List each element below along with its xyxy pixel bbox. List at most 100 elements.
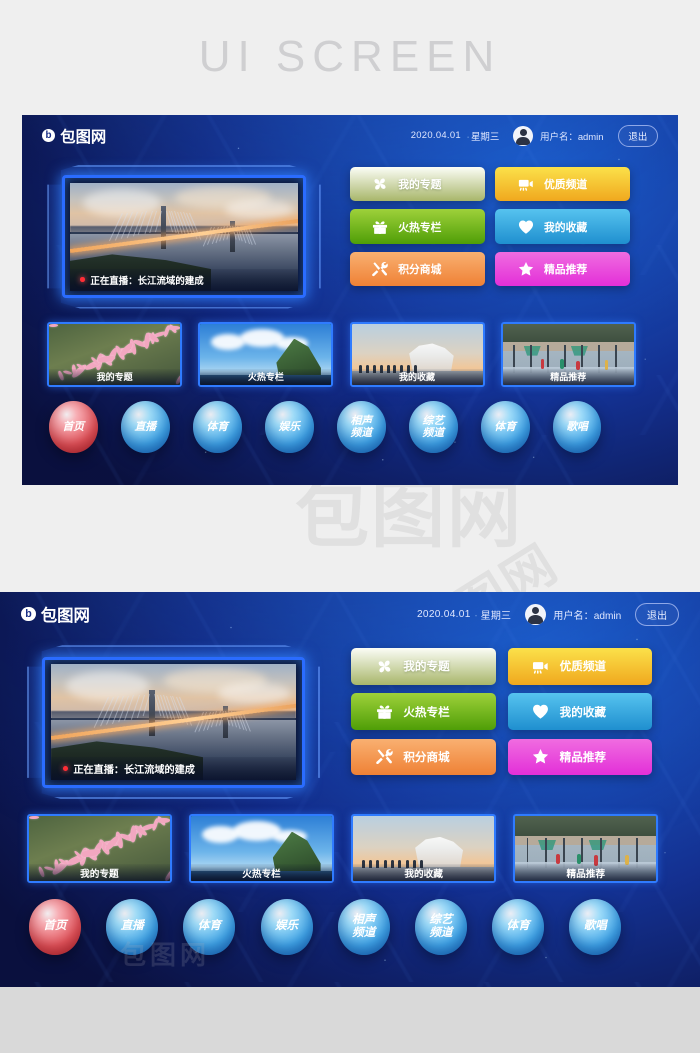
- live-player[interactable]: 正在直播：长江流域的建成: [27, 645, 321, 800]
- menu-button-5[interactable]: 精品推荐: [507, 738, 653, 776]
- thumbnail-caption: 我的专题: [29, 864, 170, 882]
- quick-menu-grid: 我的专题 优质频道 火热专栏 我的收藏 积分商城 精品推荐: [349, 167, 631, 286]
- username-label: 用户名：admin: [553, 610, 622, 622]
- nav-item-2[interactable]: 体育: [192, 401, 242, 454]
- thumbnail-card-2[interactable]: 我的收藏: [351, 813, 496, 884]
- player-caption-bar: 正在直播：长江流域的建成: [51, 757, 297, 781]
- nav-item-label: 娱乐: [274, 920, 299, 933]
- nav-item-sublabel: 频道: [422, 427, 445, 440]
- nav-item-label: 体育: [506, 920, 530, 933]
- menu-button-0[interactable]: 我的专题: [351, 647, 496, 685]
- menu-button-label: 我的专题: [398, 179, 442, 192]
- tv-ui-preview-large: b 包图网 2020.04.01 星期三 用户名：admin 退出 正在直播：长…: [0, 592, 700, 987]
- menu-button-label: 优质频道: [543, 179, 588, 192]
- nav-item-5[interactable]: 综艺 频道: [414, 898, 467, 955]
- brand-logo[interactable]: b 包图网: [41, 125, 107, 147]
- nav-item-label: 首页: [43, 920, 67, 933]
- menu-button-2[interactable]: 火热专栏: [349, 209, 485, 244]
- header-user-area: 2020.04.01 星期三 用户名：admin 退出: [416, 602, 679, 626]
- nav-item-label: 歌唱: [583, 920, 607, 933]
- thumbnail-card-3[interactable]: 精品推荐: [500, 322, 636, 387]
- nav-item-5[interactable]: 综艺 频道: [408, 401, 458, 454]
- nav-item-label: 综艺: [429, 913, 453, 926]
- logo-mark-icon: b: [21, 606, 36, 622]
- player-video-surface[interactable]: 正在直播：长江流域的建成: [51, 664, 297, 781]
- nav-item-sublabel: 频道: [350, 427, 373, 440]
- nav-item-label: 相声: [352, 913, 376, 926]
- thumbnail-label: 我的专题: [80, 868, 119, 880]
- current-date: 2020.04.01: [416, 608, 471, 620]
- nav-item-0[interactable]: 首页: [49, 401, 98, 454]
- nav-item-label: 首页: [62, 421, 85, 434]
- menu-button-1[interactable]: 优质频道: [495, 167, 631, 202]
- thumbnail-card-0[interactable]: 我的专题: [27, 813, 172, 884]
- nav-item-6[interactable]: 体育: [492, 898, 545, 955]
- current-date: 2020.04.01: [410, 130, 461, 142]
- thumbnail-label: 我的收藏: [399, 372, 436, 383]
- menu-button-label: 优质频道: [559, 661, 606, 674]
- gift-icon: [374, 702, 393, 721]
- nav-item-2[interactable]: 体育: [183, 898, 236, 955]
- thumbnail-card-1[interactable]: 火热专栏: [189, 813, 334, 884]
- thumbnail-card-3[interactable]: 精品推荐: [513, 813, 659, 884]
- nav-item-3[interactable]: 娱乐: [260, 898, 313, 955]
- nav-item-1[interactable]: 直播: [106, 898, 159, 955]
- pinwheel-icon: [371, 175, 389, 193]
- menu-button-label: 火热专栏: [403, 706, 450, 719]
- nav-item-0[interactable]: 首页: [28, 898, 82, 955]
- menu-button-4[interactable]: 积分商城: [351, 738, 496, 776]
- username-label: 用户名：admin: [540, 131, 604, 143]
- user-avatar-icon[interactable]: [525, 603, 547, 625]
- nav-item-4[interactable]: 相声 频道: [336, 401, 386, 454]
- thumbnail-card-2[interactable]: 我的收藏: [349, 322, 485, 387]
- tools-icon: [371, 260, 389, 278]
- video-camera-icon: [517, 175, 535, 193]
- menu-button-label: 我的专题: [403, 661, 450, 674]
- thumbnail-card-1[interactable]: 火热专栏: [198, 322, 334, 387]
- page-title: UI SCREEN: [198, 32, 502, 81]
- brand-logo[interactable]: b 包图网: [21, 602, 90, 626]
- nav-item-sublabel: 频道: [352, 926, 376, 939]
- user-avatar-icon[interactable]: [513, 125, 534, 146]
- heart-icon: [517, 218, 535, 236]
- player-caption-text: 正在直播：长江流域的建成: [73, 765, 195, 777]
- nav-item-1[interactable]: 直播: [120, 401, 170, 454]
- logout-button[interactable]: 退出: [635, 602, 679, 626]
- thumbnail-label: 火热专栏: [247, 372, 284, 383]
- live-indicator-icon: [62, 766, 68, 771]
- thumbnail-caption: 我的收藏: [353, 864, 494, 882]
- menu-button-4[interactable]: 积分商城: [349, 251, 485, 286]
- gift-icon: [371, 218, 389, 236]
- menu-button-label: 精品推荐: [559, 751, 606, 764]
- thumbnail-caption: 精品推荐: [515, 864, 657, 882]
- player-video-surface[interactable]: 正在直播：长江流域的建成: [69, 182, 299, 291]
- nav-item-7[interactable]: 歌唱: [569, 898, 622, 955]
- menu-button-1[interactable]: 优质频道: [507, 647, 653, 685]
- app-header: b 包图网 2020.04.01 星期三 用户名：admin 退出: [0, 592, 700, 636]
- menu-button-label: 积分商城: [403, 751, 450, 764]
- nav-item-4[interactable]: 相声 频道: [337, 898, 390, 955]
- logo-text: 包图网: [40, 607, 90, 626]
- menu-button-3[interactable]: 我的收藏: [507, 693, 653, 730]
- nav-item-label: 体育: [494, 421, 516, 434]
- thumbnail-label: 精品推荐: [566, 868, 605, 880]
- nav-item-3[interactable]: 娱乐: [264, 401, 314, 454]
- thumbnail-card-0[interactable]: 我的专题: [47, 322, 183, 387]
- thumbnail-label: 我的专题: [96, 372, 133, 383]
- menu-button-3[interactable]: 我的收藏: [495, 209, 631, 244]
- thumbnail-row: 我的专题 火热专栏 我的收藏 精品推荐: [47, 322, 636, 387]
- bottom-strip: [0, 987, 700, 1053]
- menu-button-0[interactable]: 我的专题: [349, 167, 485, 202]
- nav-item-label: 综艺: [422, 415, 445, 428]
- live-player[interactable]: 正在直播：长江流域的建成: [47, 164, 321, 309]
- nav-item-label: 直播: [120, 920, 144, 933]
- thumbnail-label: 精品推荐: [550, 372, 587, 383]
- logout-button[interactable]: 退出: [617, 124, 659, 147]
- menu-button-label: 积分商城: [398, 263, 442, 276]
- menu-button-5[interactable]: 精品推荐: [495, 251, 631, 286]
- logo-text: 包图网: [60, 128, 107, 146]
- menu-button-2[interactable]: 火热专栏: [351, 693, 496, 730]
- thumbnail-label: 我的收藏: [404, 868, 443, 880]
- nav-item-6[interactable]: 体育: [480, 401, 530, 454]
- nav-item-7[interactable]: 歌唱: [552, 401, 602, 454]
